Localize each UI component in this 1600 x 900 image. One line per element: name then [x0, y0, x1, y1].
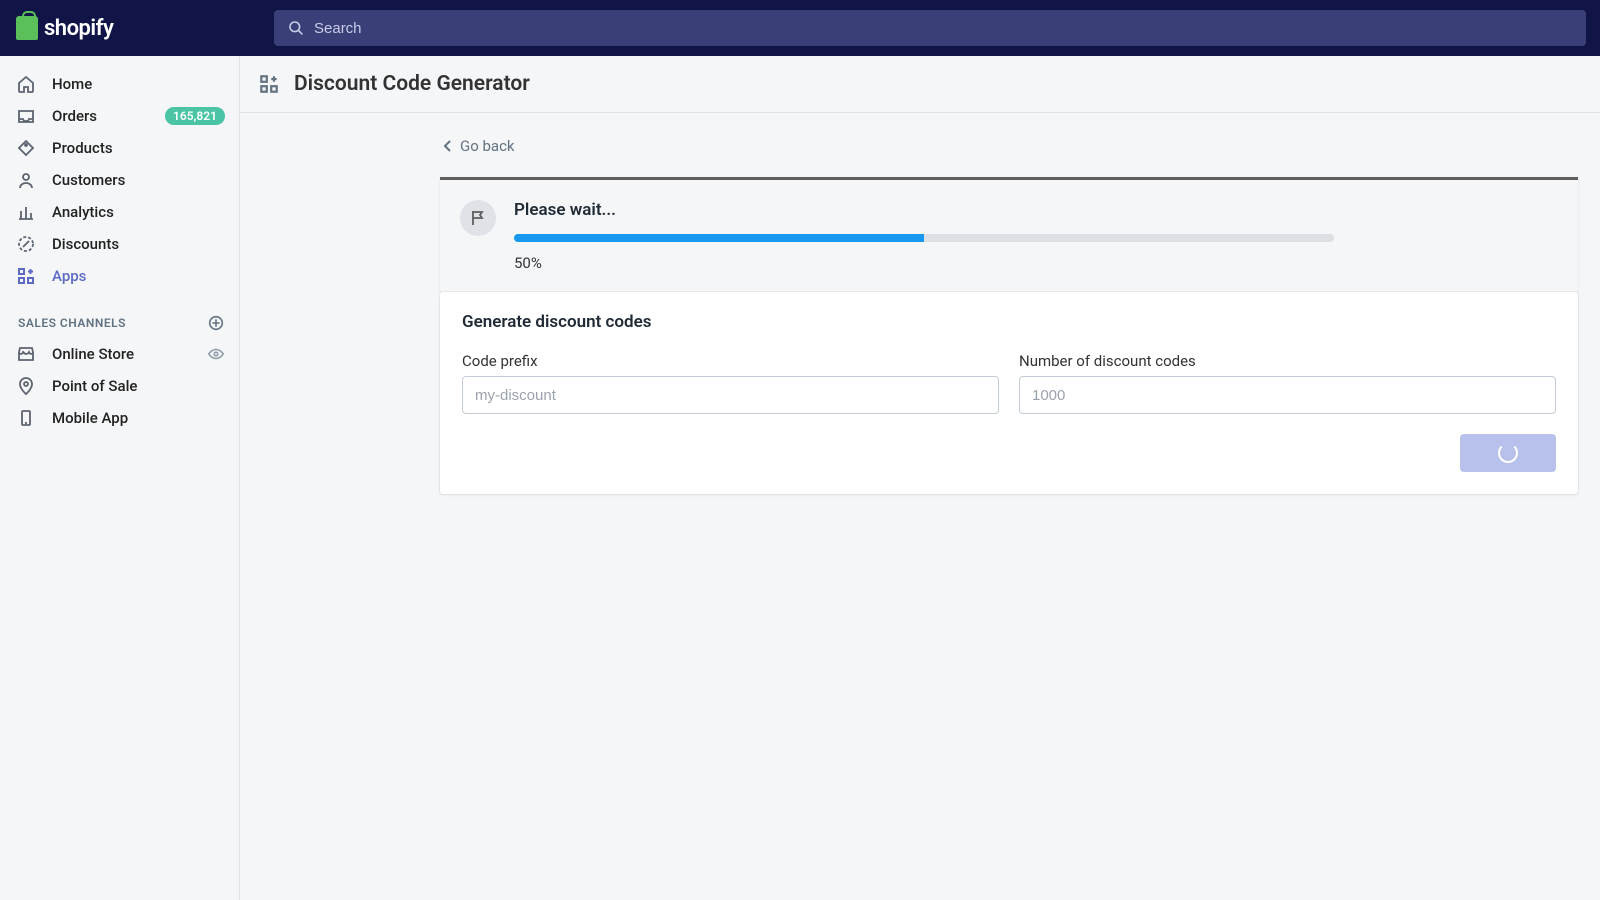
- analytics-icon: [16, 202, 36, 222]
- code-prefix-input[interactable]: [462, 376, 999, 414]
- sidebar-item-label: Point of Sale: [52, 377, 225, 395]
- sidebar-item-label: Products: [52, 139, 225, 157]
- page-title: Discount Code Generator: [294, 72, 530, 96]
- flag-icon: [468, 208, 488, 228]
- sidebar-item-orders[interactable]: Orders 165,821: [0, 100, 239, 132]
- generate-form-card: Generate discount codes Code prefix Numb…: [440, 292, 1578, 494]
- sidebar-item-analytics[interactable]: Analytics: [0, 196, 239, 228]
- global-search[interactable]: [274, 10, 1586, 46]
- inbox-icon: [16, 106, 36, 126]
- progress-title: Please wait...: [514, 200, 1558, 220]
- sidebar-item-label: Orders: [52, 107, 149, 125]
- chevron-left-icon: [442, 139, 454, 153]
- mobile-icon: [16, 408, 36, 428]
- sidebar: Home Orders 165,821 Products Customers A…: [0, 56, 240, 900]
- prefix-label: Code prefix: [462, 352, 999, 370]
- sidebar-item-discounts[interactable]: Discounts: [0, 228, 239, 260]
- progress-card: Please wait... 50%: [440, 177, 1578, 292]
- spinner-icon: [1498, 443, 1518, 463]
- sidebar-item-customers[interactable]: Customers: [0, 164, 239, 196]
- form-title: Generate discount codes: [462, 312, 1556, 332]
- sidebar-channel-mobile[interactable]: Mobile App: [0, 402, 239, 434]
- go-back-label: Go back: [460, 137, 515, 155]
- sidebar-item-home[interactable]: Home: [0, 68, 239, 100]
- pin-icon: [16, 376, 36, 396]
- add-channel-icon[interactable]: [207, 314, 225, 332]
- topbar: shopify: [0, 0, 1600, 56]
- apps-icon: [258, 73, 280, 95]
- sidebar-item-label: Apps: [52, 267, 225, 285]
- brand-logo[interactable]: shopify: [0, 0, 240, 56]
- person-icon: [16, 170, 36, 190]
- search-input[interactable]: [314, 20, 1572, 37]
- apps-icon: [16, 266, 36, 286]
- eye-icon[interactable]: [207, 345, 225, 363]
- sidebar-channel-online-store[interactable]: Online Store: [0, 338, 239, 370]
- store-icon: [16, 344, 36, 364]
- progress-percent: 50%: [514, 254, 1558, 272]
- sidebar-item-label: Customers: [52, 171, 225, 189]
- tag-icon: [16, 138, 36, 158]
- orders-badge: 165,821: [165, 107, 225, 125]
- search-icon: [288, 20, 304, 36]
- sidebar-item-label: Analytics: [52, 203, 225, 221]
- discount-icon: [16, 234, 36, 254]
- discount-count-input[interactable]: [1019, 376, 1556, 414]
- generate-button-loading[interactable]: [1460, 434, 1556, 472]
- flag-icon-circle: [460, 200, 496, 236]
- sidebar-item-label: Mobile App: [52, 409, 225, 427]
- sidebar-item-apps[interactable]: Apps: [0, 260, 239, 292]
- sidebar-item-label: Home: [52, 75, 225, 93]
- count-label: Number of discount codes: [1019, 352, 1556, 370]
- progress-bar: [514, 234, 1334, 242]
- sidebar-item-label: Online Store: [52, 345, 191, 363]
- page-header: Discount Code Generator: [240, 56, 1600, 113]
- sidebar-channel-pos[interactable]: Point of Sale: [0, 370, 239, 402]
- home-icon: [16, 74, 36, 94]
- shopify-bag-icon: [16, 16, 38, 40]
- go-back-link[interactable]: Go back: [442, 137, 515, 155]
- progress-fill: [514, 234, 924, 242]
- sidebar-item-label: Discounts: [52, 235, 225, 253]
- brand-name: shopify: [44, 16, 113, 41]
- sales-channels-header: SALES CHANNELS: [0, 292, 239, 338]
- sidebar-item-products[interactable]: Products: [0, 132, 239, 164]
- section-title: SALES CHANNELS: [18, 316, 126, 330]
